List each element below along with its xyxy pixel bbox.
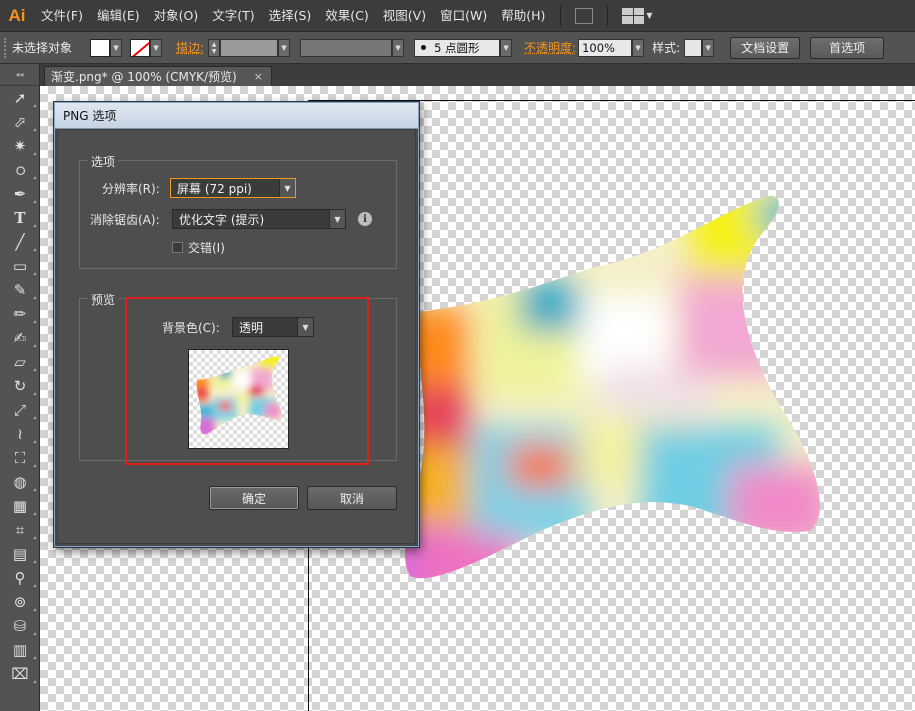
opacity-dropdown[interactable]: ▼: [632, 38, 645, 57]
resolution-label: 分辨率(R):: [102, 182, 160, 196]
stroke-dropdown-button[interactable]: ▼: [150, 38, 163, 57]
dialog-title[interactable]: PNG 选项: [55, 103, 418, 129]
column-graph-tool-icon[interactable]: ▥: [0, 638, 40, 662]
ok-button[interactable]: 确定: [209, 486, 299, 510]
variable-width-dropdown[interactable]: ▼: [392, 38, 405, 57]
warp-tool-icon[interactable]: ≀: [0, 422, 40, 446]
perspective-grid-tool-icon[interactable]: ▦: [0, 494, 40, 518]
shape-builder-tool-icon[interactable]: ◍: [0, 470, 40, 494]
preferences-button[interactable]: 首选项: [810, 36, 885, 59]
document-setup-button[interactable]: 文档设置: [730, 36, 801, 59]
menu-file[interactable]: 文件(F): [34, 0, 90, 32]
chevron-down-icon: ▼: [329, 210, 345, 228]
info-icon[interactable]: i: [358, 212, 372, 226]
symbol-sprayer-tool-icon[interactable]: ⛁: [0, 614, 40, 638]
graphic-style-swatch[interactable]: [684, 38, 703, 57]
menu-edit[interactable]: 编辑(E): [90, 0, 147, 32]
chevron-down-icon: ▼: [279, 179, 295, 197]
menu-view[interactable]: 视图(V): [376, 0, 433, 32]
menu-effect[interactable]: 效果(C): [318, 0, 375, 32]
menu-divider: [560, 5, 562, 26]
options-group-label: 选项: [88, 153, 119, 170]
brush-dot-icon: [421, 45, 427, 50]
scale-tool-icon[interactable]: ⤢: [0, 398, 40, 422]
brush-size: 5: [434, 40, 442, 55]
gradient-tool-icon[interactable]: ▤: [0, 542, 40, 566]
menu-divider: [607, 5, 609, 26]
stroke-weight-field[interactable]: [220, 38, 279, 57]
menu-window[interactable]: 窗口(W): [433, 0, 494, 32]
selection-tool-icon[interactable]: ➚: [0, 86, 40, 110]
arrange-documents-icon[interactable]: [622, 7, 645, 24]
eyedropper-tool-icon[interactable]: ⚲: [0, 566, 40, 590]
stroke-weight-dropdown[interactable]: ▼: [278, 38, 291, 57]
interlace-label[interactable]: 交错(I): [188, 239, 225, 256]
paintbrush-tool-icon[interactable]: ✎: [0, 278, 40, 302]
menu-type[interactable]: 文字(T): [205, 0, 261, 32]
chevron-down-icon[interactable]: ▼: [646, 11, 652, 20]
line-tool-icon[interactable]: ╱: [0, 230, 40, 254]
antialias-select[interactable]: 优化文字 (提示) ▼: [172, 209, 346, 229]
opacity-field[interactable]: 100%: [578, 38, 633, 57]
resolution-value: 屏幕 (72 ppi): [177, 181, 252, 196]
blend-tool-icon[interactable]: ⊚: [0, 590, 40, 614]
type-tool-icon[interactable]: T: [0, 206, 40, 230]
selection-status: 未选择对象: [12, 41, 73, 55]
menu-help[interactable]: 帮助(H): [494, 0, 552, 32]
resolution-select[interactable]: 屏幕 (72 ppi) ▼: [170, 178, 296, 198]
stroke-weight-spinner[interactable]: ▲ ▼: [208, 38, 221, 57]
menu-bar: Ai 文件(F) 编辑(E) 对象(O) 文字(T) 选择(S) 效果(C) 视…: [0, 0, 915, 32]
preview-group-label: 预览: [88, 291, 119, 308]
document-tab[interactable]: 渐变.png* @ 100% (CMYK/预览) ×: [44, 66, 272, 86]
blob-brush-tool-icon[interactable]: ✍: [0, 326, 40, 350]
artwork-fill: [404, 195, 820, 579]
highlight-annotation: [125, 297, 369, 465]
brush-definition-field[interactable]: 5 点圆形: [414, 38, 501, 57]
brush-shape: 点圆形: [445, 40, 480, 55]
rectangle-tool-icon[interactable]: ▭: [0, 254, 40, 278]
stroke-swatch[interactable]: [130, 38, 151, 57]
antialias-label: 消除锯齿(A):: [90, 213, 160, 227]
lasso-tool-icon[interactable]: ഠ: [0, 158, 40, 182]
brush-dropdown[interactable]: ▼: [500, 38, 513, 57]
bridge-icon[interactable]: [575, 7, 594, 24]
document-tab-bar: 渐变.png* @ 100% (CMYK/预览) ×: [40, 64, 915, 86]
png-options-dialog: PNG 选项 选项 分辨率(R): 屏幕 (72 ppi) ▼ 消除锯齿(A):…: [54, 102, 419, 547]
cancel-button[interactable]: 取消: [307, 486, 397, 510]
pen-tool-icon[interactable]: ✒: [0, 182, 40, 206]
opacity-label[interactable]: 不透明度:: [524, 39, 576, 56]
control-bar: 未选择对象 ▼ ▼ 描边: ▲ ▼ ▼ ▼ 5 点圆形 ▼ 不透明度: 100% …: [0, 32, 915, 64]
app-logo: Ai: [8, 5, 26, 25]
free-transform-tool-icon[interactable]: ⛶: [0, 446, 40, 470]
collapse-panel-icon[interactable]: ◂◂: [0, 64, 39, 86]
style-label: 样式:: [652, 41, 681, 55]
interlace-checkbox[interactable]: [172, 242, 183, 253]
rotate-tool-icon[interactable]: ↻: [0, 374, 40, 398]
direct-selection-tool-icon[interactable]: ⬀: [0, 110, 40, 134]
document-tab-title: 渐变.png* @ 100% (CMYK/预览): [51, 70, 237, 84]
menu-select[interactable]: 选择(S): [262, 0, 319, 32]
tools-panel: ◂◂ ➚ ⬀ ✷ ഠ ✒ T ╱ ▭ ✎ ✏ ✍ ▱ ↻ ⤢ ≀ ⛶ ◍ ▦ ⌗…: [0, 64, 40, 711]
eraser-tool-icon[interactable]: ▱: [0, 350, 40, 374]
magic-wand-tool-icon[interactable]: ✷: [0, 134, 40, 158]
fill-swatch[interactable]: [90, 38, 111, 57]
panel-grip[interactable]: [4, 37, 8, 58]
mesh-tool-icon[interactable]: ⌗: [0, 518, 40, 542]
graphic-style-dropdown[interactable]: ▼: [702, 38, 715, 57]
stroke-label[interactable]: 描边:: [176, 39, 204, 56]
variable-width-field[interactable]: [300, 38, 393, 57]
options-group: 选项 分辨率(R): 屏幕 (72 ppi) ▼ 消除锯齿(A): 优化文字 (…: [79, 153, 397, 269]
close-icon[interactable]: ×: [254, 70, 263, 83]
dialog-body: 选项 分辨率(R): 屏幕 (72 ppi) ▼ 消除锯齿(A): 优化文字 (…: [57, 129, 416, 544]
pencil-tool-icon[interactable]: ✏: [0, 302, 40, 326]
fill-dropdown-button[interactable]: ▼: [110, 38, 123, 57]
artboard-tool-icon[interactable]: ⌧: [0, 662, 40, 686]
antialias-value: 优化文字 (提示): [179, 212, 265, 227]
menu-object[interactable]: 对象(O): [147, 0, 206, 32]
